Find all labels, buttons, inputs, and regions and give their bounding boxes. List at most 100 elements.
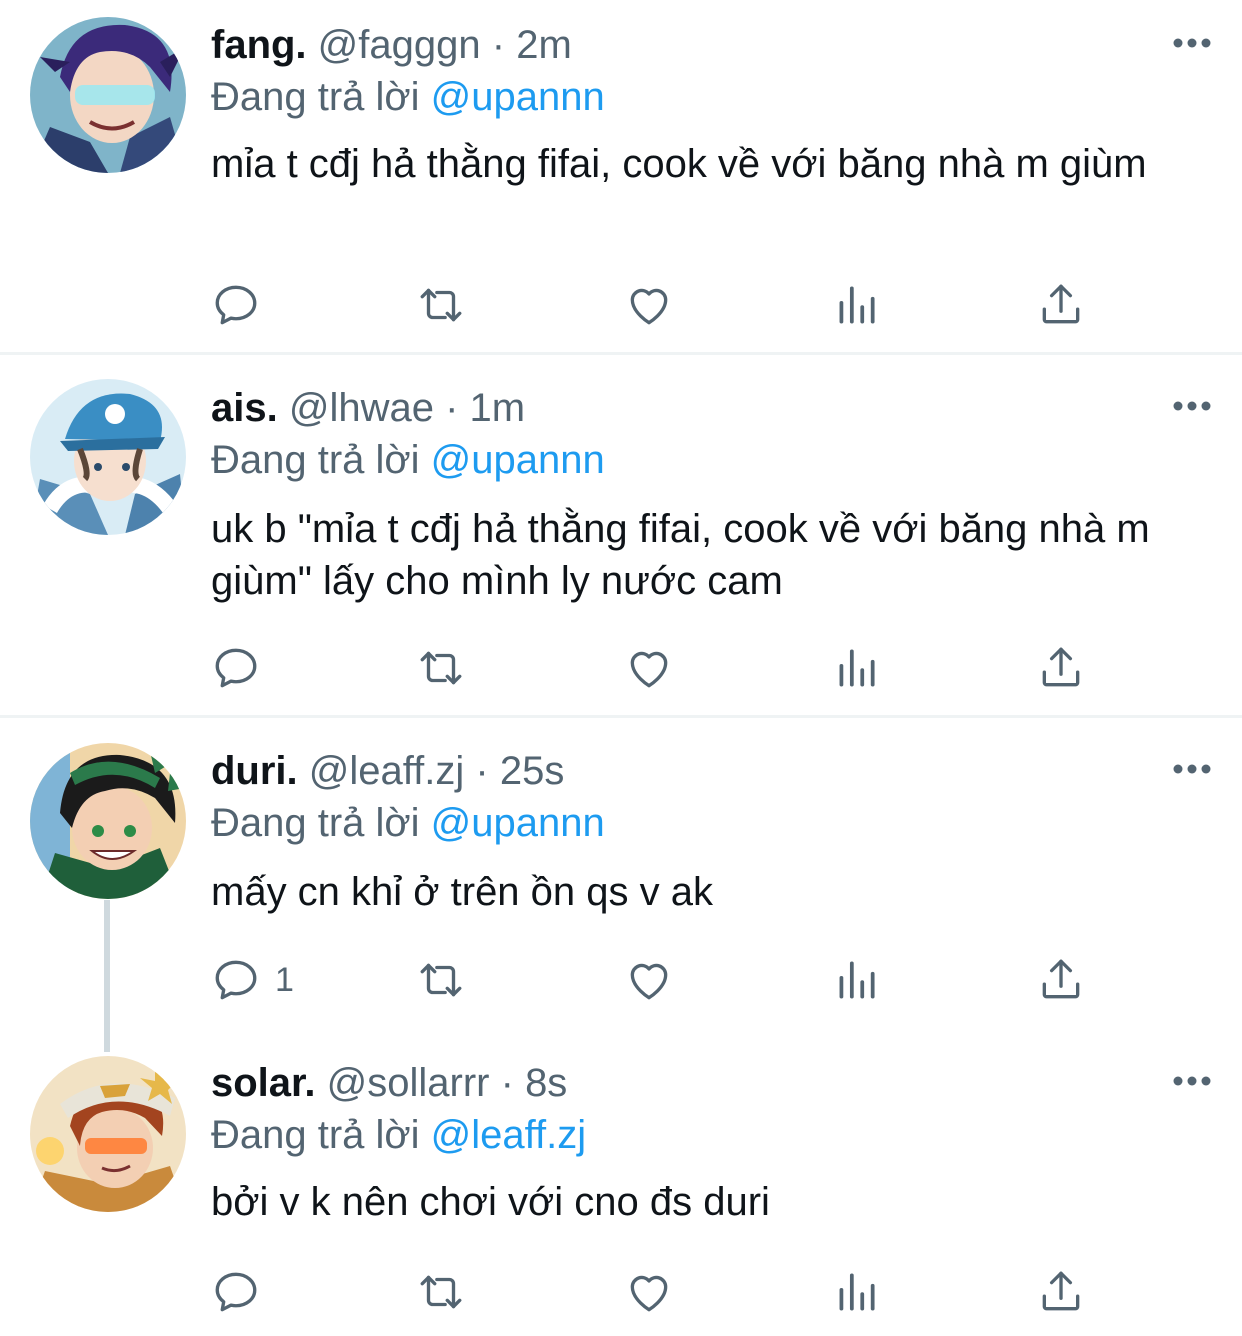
display-name[interactable]: solar. <box>211 1061 316 1105</box>
replying-to: Đang trả lời @upannn <box>211 72 605 122</box>
tweet[interactable]: duri. @leaff.zj · 25s Đang trả lời @upan… <box>0 718 1242 1048</box>
reply-count: 1 <box>275 960 294 999</box>
share-button[interactable] <box>1036 279 1086 331</box>
more-button[interactable] <box>1172 23 1212 63</box>
mention-link[interactable]: @upannn <box>431 801 605 845</box>
retweet-button[interactable] <box>416 642 466 694</box>
avatar-image <box>30 379 186 535</box>
replying-to: Đang trả lời @leaff.zj <box>211 1110 586 1160</box>
retweet-icon <box>420 288 462 322</box>
reply-button[interactable] <box>211 1266 275 1318</box>
retweet-icon <box>420 963 462 997</box>
reply-icon <box>215 285 257 325</box>
like-button[interactable] <box>624 642 674 694</box>
timestamp[interactable]: 8s <box>525 1061 567 1105</box>
share-icon <box>1042 959 1080 999</box>
like-button[interactable] <box>624 279 674 331</box>
replying-to: Đang trả lời @upannn <box>211 798 605 848</box>
reply-button[interactable] <box>211 642 275 694</box>
tweet-text: mấy cn khỉ ở trên ồn qs v ak <box>211 870 713 914</box>
share-button[interactable] <box>1036 954 1086 1006</box>
heart-icon <box>630 651 668 688</box>
more-icon <box>1173 38 1211 48</box>
reply-icon <box>215 960 257 1000</box>
heart-icon <box>630 1275 668 1312</box>
replying-to-label: Đang trả lời <box>211 1113 420 1157</box>
tweet[interactable]: fang. @fagggn · 2m Đang trả lời @upannn … <box>0 0 1242 352</box>
separator-dot: · <box>500 1061 514 1105</box>
share-button[interactable] <box>1036 1266 1086 1318</box>
mention-link[interactable]: @leaff.zj <box>431 1113 587 1157</box>
reply-button[interactable] <box>211 279 275 331</box>
tweet-text: mỉa t cđj hả thằng fifai, cook về với bă… <box>211 142 1147 186</box>
share-icon <box>1042 1271 1080 1311</box>
tweet-header: duri. @leaff.zj · 25s <box>211 746 564 796</box>
retweet-icon <box>420 1275 462 1309</box>
user-handle[interactable]: @leaff.zj <box>309 749 465 793</box>
retweet-icon <box>420 651 462 685</box>
avatar[interactable] <box>30 379 186 535</box>
avatar-image <box>30 1056 186 1212</box>
separator-dot: · <box>491 23 506 67</box>
action-bar <box>211 1266 1111 1318</box>
views-button[interactable] <box>831 279 881 331</box>
separator-dot: · <box>445 386 459 430</box>
retweet-button[interactable] <box>416 954 466 1006</box>
action-bar <box>211 279 1111 331</box>
display-name[interactable]: duri. <box>211 749 298 793</box>
timestamp[interactable]: 1m <box>470 386 526 430</box>
user-handle[interactable]: @fagggn <box>318 23 481 67</box>
avatar-image <box>30 743 186 899</box>
views-button[interactable] <box>831 1266 881 1318</box>
views-icon <box>839 1273 875 1311</box>
action-bar: 1 <box>211 954 1111 1006</box>
share-icon <box>1042 284 1080 324</box>
tweet-header: ais. @lhwae · 1m <box>211 383 525 433</box>
more-button[interactable] <box>1172 1061 1212 1101</box>
more-icon <box>1173 764 1211 774</box>
tweet[interactable]: ais. @lhwae · 1m Đang trả lời @upannn uk… <box>0 355 1242 715</box>
like-button[interactable] <box>624 954 674 1006</box>
more-icon <box>1173 401 1211 411</box>
reply-button[interactable]: 1 <box>211 954 294 1006</box>
separator-dot: · <box>475 749 489 793</box>
like-button[interactable] <box>624 1266 674 1318</box>
heart-icon <box>630 288 668 325</box>
tweet-header: solar. @sollarrr · 8s <box>211 1058 567 1108</box>
timestamp[interactable]: 2m <box>516 23 572 67</box>
reply-icon <box>215 1272 257 1312</box>
retweet-button[interactable] <box>416 279 466 331</box>
timestamp[interactable]: 25s <box>500 749 565 793</box>
tweet-text: bởi v k nên chơi với cno đs duri <box>211 1180 770 1224</box>
more-icon <box>1173 1076 1211 1086</box>
tweet-text: uk b "mỉa t cđj hả thằng fifai, cook về … <box>211 507 1150 603</box>
display-name[interactable]: fang. <box>211 23 307 67</box>
views-button[interactable] <box>831 954 881 1006</box>
replying-to: Đang trả lời @upannn <box>211 435 605 485</box>
action-bar <box>211 642 1111 694</box>
views-icon <box>839 286 875 324</box>
share-button[interactable] <box>1036 642 1086 694</box>
avatar-image <box>30 17 186 173</box>
mention-link[interactable]: @upannn <box>431 438 605 482</box>
more-button[interactable] <box>1172 386 1212 426</box>
heart-icon <box>630 963 668 1000</box>
replying-to-label: Đang trả lời <box>211 75 420 119</box>
reply-icon <box>215 648 257 688</box>
tweet[interactable]: solar. @sollarrr · 8s Đang trả lời @leaf… <box>0 1048 1242 1336</box>
views-icon <box>839 649 875 687</box>
replying-to-label: Đang trả lời <box>211 801 420 845</box>
display-name[interactable]: ais. <box>211 386 278 430</box>
avatar[interactable] <box>30 743 186 899</box>
mention-link[interactable]: @upannn <box>431 75 605 119</box>
retweet-button[interactable] <box>416 1266 466 1318</box>
avatar[interactable] <box>30 1056 186 1212</box>
views-icon <box>839 961 875 999</box>
views-button[interactable] <box>831 642 881 694</box>
tweet-header: fang. @fagggn · 2m <box>211 20 572 70</box>
more-button[interactable] <box>1172 749 1212 789</box>
avatar[interactable] <box>30 17 186 173</box>
share-icon <box>1042 647 1080 687</box>
user-handle[interactable]: @lhwae <box>289 386 434 430</box>
user-handle[interactable]: @sollarrr <box>327 1061 490 1105</box>
